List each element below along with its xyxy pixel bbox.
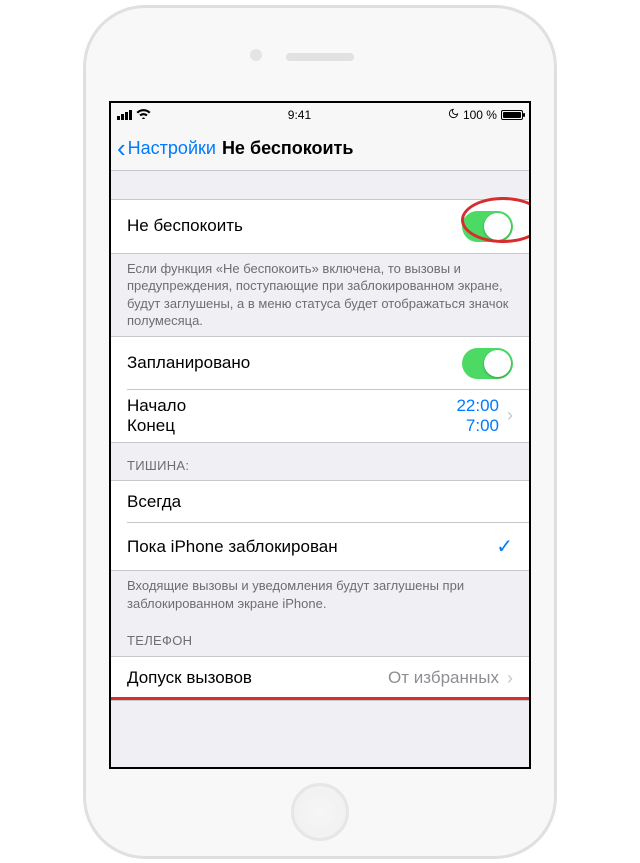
chevron-right-icon: ›: [507, 668, 513, 689]
allow-calls-row[interactable]: Допуск вызовов От избранных ›: [111, 656, 529, 701]
silence-header: ТИШИНА:: [111, 443, 529, 481]
navigation-bar: ‹ Настройки Не беспокоить: [111, 127, 529, 171]
allow-calls-value: От избранных: [388, 668, 499, 688]
scheduled-from-label: Начало: [127, 396, 456, 416]
scheduled-toggle[interactable]: [462, 348, 513, 379]
speaker-grille: [286, 53, 354, 61]
silence-while-locked-row[interactable]: Пока iPhone заблокирован ✓: [111, 523, 529, 571]
scheduled-to-label: Конец: [127, 416, 456, 436]
page-title: Не беспокоить: [222, 138, 354, 159]
status-time: 9:41: [288, 108, 311, 122]
allow-calls-label: Допуск вызовов: [127, 668, 388, 688]
silence-footer: Входящие вызовы и уведомления будут загл…: [111, 571, 529, 618]
chevron-left-icon: ‹: [117, 135, 126, 161]
dnd-row[interactable]: Не беспокоить: [111, 199, 529, 254]
do-not-disturb-icon: [448, 108, 459, 122]
settings-content[interactable]: Не беспокоить Если функция «Не беспокоит…: [111, 171, 529, 767]
back-button[interactable]: ‹ Настройки: [117, 135, 216, 161]
scheduled-from-value: 22:00: [456, 396, 499, 416]
dnd-footer: Если функция «Не беспокоить» включена, т…: [111, 254, 529, 336]
annotation-underline: [111, 697, 529, 700]
scheduled-to-value: 7:00: [456, 416, 499, 436]
silence-while-locked-label: Пока iPhone заблокирован: [127, 537, 496, 557]
status-bar: 9:41 100 %: [111, 103, 529, 127]
dnd-toggle[interactable]: [462, 211, 513, 242]
scheduled-label: Запланировано: [127, 353, 462, 373]
back-label: Настройки: [128, 138, 216, 159]
front-camera: [250, 49, 262, 61]
iphone-frame: 9:41 100 % ‹ Настройки Не беспокоить Не …: [85, 7, 555, 857]
checkmark-icon: ✓: [496, 534, 513, 559]
silence-always-label: Всегда: [127, 492, 513, 512]
scheduled-row[interactable]: Запланировано: [111, 336, 529, 390]
cellular-signal-icon: [117, 110, 132, 120]
battery-percent: 100 %: [463, 108, 497, 122]
dnd-label: Не беспокоить: [127, 216, 462, 236]
scheduled-times-row[interactable]: Начало Конец 22:00 7:00 ›: [111, 390, 529, 443]
phone-header: ТЕЛЕФОН: [111, 618, 529, 656]
screen: 9:41 100 % ‹ Настройки Не беспокоить Не …: [109, 101, 531, 769]
chevron-right-icon: ›: [507, 405, 513, 426]
home-button[interactable]: [291, 783, 349, 841]
wifi-icon: [136, 107, 151, 122]
battery-icon: [501, 110, 523, 120]
silence-always-row[interactable]: Всегда: [111, 480, 529, 523]
